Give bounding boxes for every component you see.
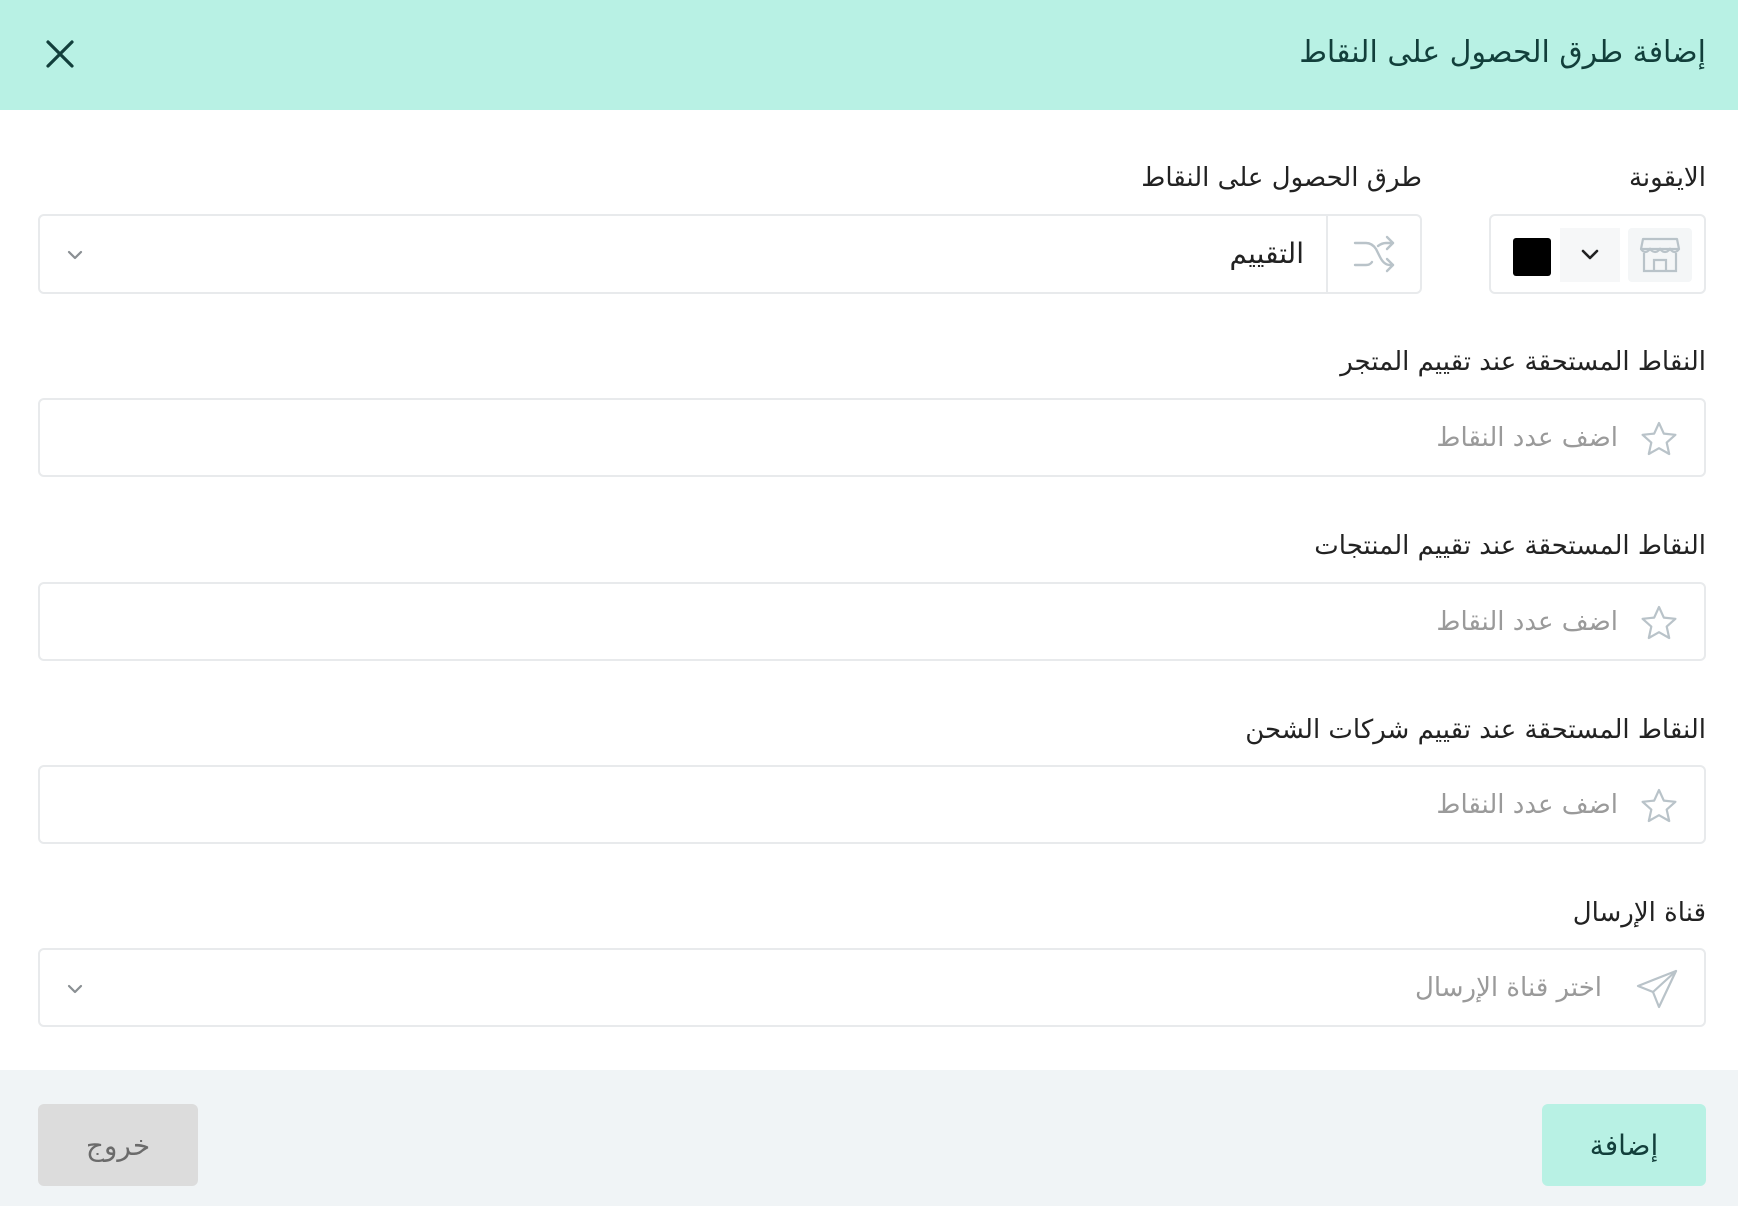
add-button[interactable]: إضافة xyxy=(1542,1104,1706,1186)
modal-header: إضافة طرق الحصول على النقاط xyxy=(0,0,1738,110)
icon-dropdown-toggle[interactable] xyxy=(1560,228,1620,282)
shipping-rating-star xyxy=(1638,785,1680,827)
method-label: طرق الحصول على النقاط xyxy=(1141,163,1422,193)
method-select[interactable]: التقييم xyxy=(38,214,1422,294)
star-icon xyxy=(1641,605,1677,640)
channel-label: قناة الإرسال xyxy=(1572,898,1706,928)
shipping-rating-points-field[interactable] xyxy=(38,765,1706,844)
product-rating-points-label: النقاط المستحقة عند تقييم المنتجات xyxy=(1314,531,1706,561)
close-icon xyxy=(46,40,74,68)
modal-title: إضافة طرق الحصول على النقاط xyxy=(1299,35,1706,70)
method-selected-value: التقييم xyxy=(1229,237,1304,270)
store-rating-points-field[interactable] xyxy=(38,398,1706,477)
store-rating-star xyxy=(1638,418,1680,460)
channel-icon-cell xyxy=(1634,966,1680,1012)
paper-plane-icon xyxy=(1636,969,1678,1009)
star-icon xyxy=(1641,788,1677,823)
shuffle-icon xyxy=(1353,235,1395,273)
chevron-down-icon xyxy=(67,984,83,994)
close-button[interactable] xyxy=(38,32,82,76)
channel-placeholder: اختر قناة الإرسال xyxy=(1414,973,1602,1003)
shipping-rating-points-label: النقاط المستحقة عند تقييم شركات الشحن xyxy=(1245,715,1706,745)
exit-button[interactable]: خروج xyxy=(38,1104,198,1186)
store-icon xyxy=(1639,237,1681,273)
chevron-down-icon xyxy=(1581,249,1599,260)
channel-dropdown-chevron[interactable] xyxy=(60,974,90,1004)
method-dropdown-chevron[interactable] xyxy=(60,240,90,270)
icon-selector[interactable] xyxy=(1489,214,1706,294)
store-rating-points-label: النقاط المستحقة عند تقييم المتجر xyxy=(1340,347,1706,377)
shipping-rating-points-input[interactable] xyxy=(418,781,1618,829)
method-icon-cell xyxy=(1326,216,1420,292)
icon-label: الايقونة xyxy=(1628,163,1706,193)
star-icon xyxy=(1641,421,1677,456)
chevron-down-icon xyxy=(67,250,83,260)
product-rating-points-field[interactable] xyxy=(38,582,1706,661)
product-rating-points-input[interactable] xyxy=(418,598,1618,646)
icon-color-swatch[interactable] xyxy=(1513,238,1551,276)
modal-footer: إضافة خروج xyxy=(0,1070,1738,1206)
channel-select[interactable]: اختر قناة الإرسال xyxy=(38,948,1706,1027)
product-rating-star xyxy=(1638,602,1680,644)
store-icon-preview[interactable] xyxy=(1628,228,1692,282)
store-rating-points-input[interactable] xyxy=(418,414,1618,462)
